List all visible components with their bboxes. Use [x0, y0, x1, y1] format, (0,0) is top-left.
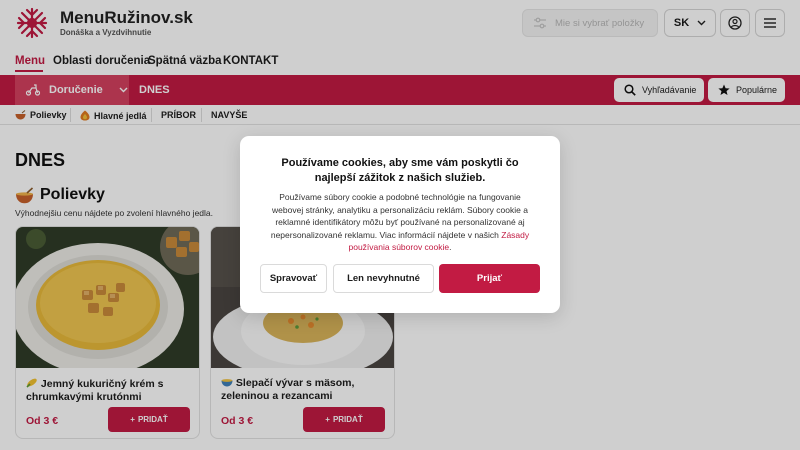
cookie-dialog-title: Používame cookies, aby sme vám poskytli …: [281, 157, 519, 184]
cookie-dialog-text: Používame súbory cookie a podobné techno…: [270, 192, 528, 240]
cookie-dialog-text-end: .: [449, 242, 452, 252]
cookie-dialog-body: Používame súbory cookie a podobné techno…: [264, 191, 536, 254]
manage-cookies-button[interactable]: Spravovať: [260, 264, 327, 293]
accept-cookies-button[interactable]: Prijať: [439, 264, 540, 293]
cookie-consent-dialog: Používame cookies, aby sme vám poskytli …: [240, 136, 560, 313]
necessary-only-button[interactable]: Len nevyhnutné: [333, 264, 434, 293]
